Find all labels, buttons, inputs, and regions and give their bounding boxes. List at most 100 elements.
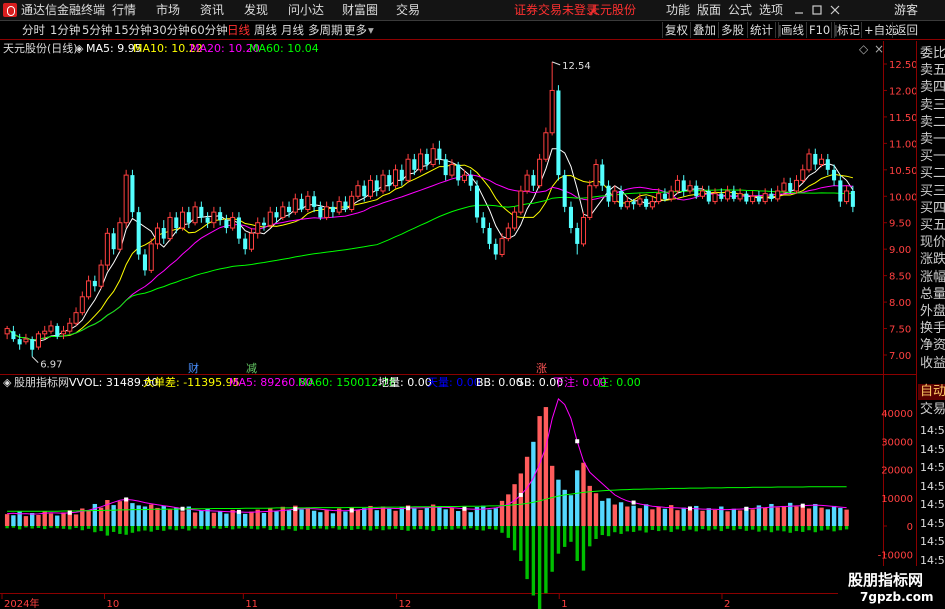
ma-toggle-icon[interactable]: ◈: [75, 42, 84, 55]
menu-item-news[interactable]: 资讯: [200, 3, 224, 18]
candle-body: [343, 201, 348, 210]
volume-bar: [180, 511, 185, 526]
candle-body: [199, 206, 204, 218]
menu-bar: 通达信金融终端 行情 市场 资讯 发现 问小达 财富圈 交易 证券交易未登录 天…: [0, 0, 945, 21]
chart-area[interactable]: 天元股份(日线) ◈ MA5: 9.95 MA10: 10.22 MA20: 1…: [0, 41, 916, 609]
big-order-diff-bar: [500, 526, 504, 533]
minimize-icon[interactable]: [790, 2, 808, 18]
side-tab-1[interactable]: 交易: [920, 402, 945, 418]
tab-monthly[interactable]: 月线: [281, 23, 304, 37]
candle-body: [312, 196, 317, 207]
tab-multi-period[interactable]: 多周期: [308, 23, 343, 37]
big-order-diff-bar: [30, 526, 34, 529]
candle-body: [4, 328, 10, 335]
volume-bar: [23, 516, 29, 526]
candle-body: [349, 195, 355, 210]
tab-daily[interactable]: 日线: [227, 23, 250, 37]
menu-item-wealth-circle[interactable]: 财富圈: [342, 3, 378, 18]
candle: [148, 238, 154, 273]
menu-formula[interactable]: 公式: [728, 3, 752, 18]
candle: [587, 180, 593, 221]
price-tick-10: 12.00: [889, 86, 916, 97]
statistics-button[interactable]: 统计: [747, 22, 775, 38]
candle-body: [211, 211, 217, 224]
quote-item-12: 涨跌: [920, 252, 945, 268]
mark-button[interactable]: 标记: [834, 22, 862, 38]
candle-body: [712, 193, 718, 203]
candle-body: [750, 195, 756, 203]
big-order-diff-bar: [230, 526, 235, 530]
draw-line-button[interactable]: 画线: [778, 22, 806, 38]
menu-item-trade[interactable]: 交易: [396, 3, 420, 18]
big-order-diff-bar: [575, 526, 579, 562]
candle-body: [324, 206, 330, 218]
tab-1min[interactable]: 1分钟: [50, 23, 80, 37]
price-tick-8: 11.00: [889, 139, 916, 150]
close-icon[interactable]: [826, 2, 844, 18]
big-order-diff-bar: [644, 526, 648, 533]
big-order-diff-bar: [155, 526, 160, 530]
vol-ma5-marker: [349, 508, 354, 513]
sub-toggle-icon[interactable]: ◈: [3, 376, 12, 389]
candle-body: [48, 325, 54, 332]
candle-body: [67, 322, 73, 332]
tab-intraday[interactable]: 分时: [22, 23, 45, 37]
tab-5min[interactable]: 5分钟: [82, 23, 112, 37]
menu-item-market-quotes[interactable]: 行情: [112, 3, 136, 18]
menu-item-ask[interactable]: 问小达: [288, 3, 324, 18]
adjust-button[interactable]: 复权: [662, 22, 690, 38]
volume-bar: [625, 506, 630, 526]
tab-30min[interactable]: 30分钟: [152, 23, 190, 37]
big-order-diff-bar: [437, 526, 442, 530]
big-order-diff-bar: [381, 526, 385, 531]
overlay-button[interactable]: 叠加: [690, 22, 718, 38]
menu-item-market[interactable]: 市场: [156, 3, 180, 18]
watermark-title: 股朋指标网: [848, 571, 924, 589]
pane-close-icon[interactable]: ×: [874, 42, 884, 56]
big-order-diff-label: 大单差: -11395.95: [143, 375, 240, 389]
event-mark-reduce[interactable]: 减: [246, 362, 257, 375]
big-order-diff-bar: [143, 526, 147, 531]
big-order-diff-bar: [193, 526, 197, 529]
big-order-diff-bar: [794, 526, 799, 532]
multi-stock-button[interactable]: 多股: [718, 22, 746, 38]
settings-diamond-icon[interactable]: ◇: [859, 42, 869, 56]
tab-15min[interactable]: 15分钟: [114, 23, 152, 37]
candle-body: [299, 198, 304, 210]
quote-item-5: 卖一: [920, 132, 945, 147]
candle-body: [117, 222, 123, 250]
menu-item-discover[interactable]: 发现: [244, 3, 268, 18]
big-order-diff-bar: [99, 526, 103, 532]
big-order-diff-bar: [569, 526, 573, 542]
big-order-diff-bar: [281, 526, 285, 531]
candle-body: [123, 174, 129, 224]
menu-options[interactable]: 选项: [759, 3, 783, 18]
f10-button[interactable]: F10: [806, 22, 832, 38]
big-order-diff-bar: [312, 526, 316, 529]
side-tab-0[interactable]: 自动: [918, 384, 945, 400]
maximize-icon[interactable]: [808, 2, 826, 18]
candle-body: [261, 222, 267, 226]
event-mark-rise[interactable]: 涨: [536, 362, 547, 375]
more-chevron-icon[interactable]: ▾: [368, 23, 374, 37]
guest-label[interactable]: 游客: [894, 3, 918, 18]
volume-bar: [318, 512, 323, 526]
candle-body: [844, 190, 850, 203]
candle-body: [154, 227, 161, 245]
ma60-label: MA60: 10.04: [249, 42, 319, 55]
tab-weekly[interactable]: 周线: [254, 23, 277, 37]
candle-body: [274, 212, 279, 218]
menu-layout[interactable]: 版面: [697, 3, 721, 18]
tab-more[interactable]: 更多: [344, 23, 367, 37]
big-order-diff-bar: [631, 526, 636, 532]
price-tick-2: 8.00: [889, 298, 911, 309]
event-mark-finance[interactable]: 财: [188, 361, 199, 375]
candle-body: [412, 159, 417, 170]
volume-bar: [800, 504, 805, 526]
tab-60min[interactable]: 60分钟: [190, 23, 228, 37]
volume-bar: [242, 513, 248, 526]
trade-time-1: 14:55: [920, 442, 945, 456]
login-status[interactable]: 证券交易未登录: [514, 3, 598, 18]
menu-function[interactable]: 功能: [666, 3, 690, 18]
back-button[interactable]: 返回: [892, 22, 920, 38]
